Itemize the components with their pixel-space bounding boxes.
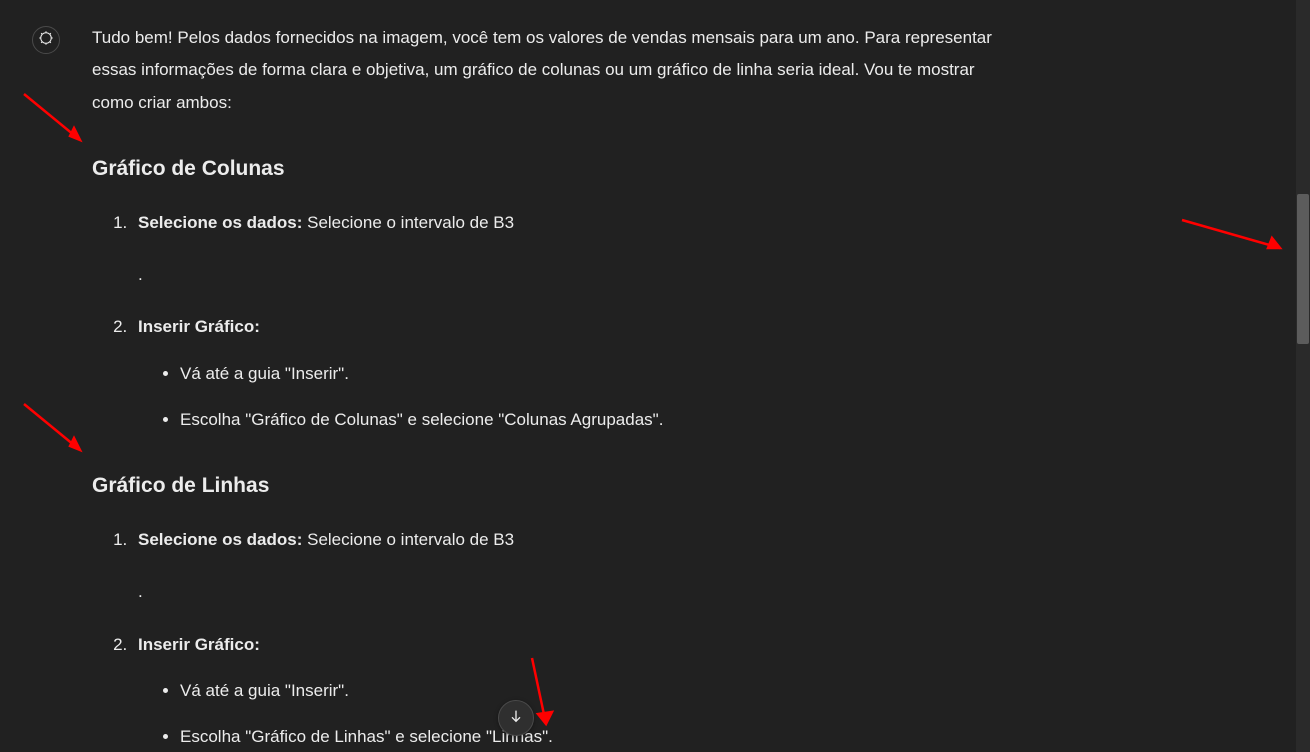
step-item: Selecione os dados: Selecione o interval… — [132, 207, 992, 292]
section-heading-linhas: Gráfico de Linhas — [92, 466, 992, 506]
substep-item: Vá até a guia "Inserir". — [180, 675, 992, 707]
step-rest: Selecione o intervalo de B3 — [302, 213, 514, 232]
assistant-avatar — [32, 26, 60, 54]
steps-list-linhas: Selecione os dados: Selecione o interval… — [92, 524, 992, 752]
step-item: Inserir Gráfico: Vá até a guia "Inserir"… — [132, 311, 992, 436]
step-item: Selecione os dados: Selecione o interval… — [132, 524, 992, 609]
dot-line: . — [138, 576, 992, 608]
chat-content: Tudo bem! Pelos dados fornecidos na imag… — [0, 0, 1296, 752]
arrow-down-icon — [508, 708, 524, 729]
step-item: Inserir Gráfico: Vá até a guia "Inserir"… — [132, 629, 992, 752]
scroll-to-bottom-button[interactable] — [498, 700, 534, 736]
substep-item: Escolha "Gráfico de Linhas" e selecione … — [180, 721, 992, 752]
scrollbar-thumb[interactable] — [1297, 194, 1309, 344]
scrollbar-track[interactable] — [1296, 0, 1310, 752]
substep-item: Escolha "Gráfico de Colunas" e selecione… — [180, 404, 992, 436]
app-viewport: Tudo bem! Pelos dados fornecidos na imag… — [0, 0, 1310, 752]
step-bold: Selecione os dados: — [138, 530, 302, 549]
step-rest: Selecione o intervalo de B3 — [302, 530, 514, 549]
steps-list-colunas: Selecione os dados: Selecione o interval… — [92, 207, 992, 436]
step-bold: Inserir Gráfico: — [138, 635, 260, 654]
intro-paragraph: Tudo bem! Pelos dados fornecidos na imag… — [92, 22, 992, 119]
assistant-message: Tudo bem! Pelos dados fornecidos na imag… — [92, 22, 992, 752]
section-heading-colunas: Gráfico de Colunas — [92, 149, 992, 189]
substeps-list: Vá até a guia "Inserir". Escolha "Gráfic… — [138, 675, 992, 752]
dot-line: . — [138, 259, 992, 291]
assistant-logo-icon — [37, 29, 55, 52]
step-bold: Inserir Gráfico: — [138, 317, 260, 336]
substeps-list: Vá até a guia "Inserir". Escolha "Gráfic… — [138, 358, 992, 437]
substep-item: Vá até a guia "Inserir". — [180, 358, 992, 390]
step-bold: Selecione os dados: — [138, 213, 302, 232]
